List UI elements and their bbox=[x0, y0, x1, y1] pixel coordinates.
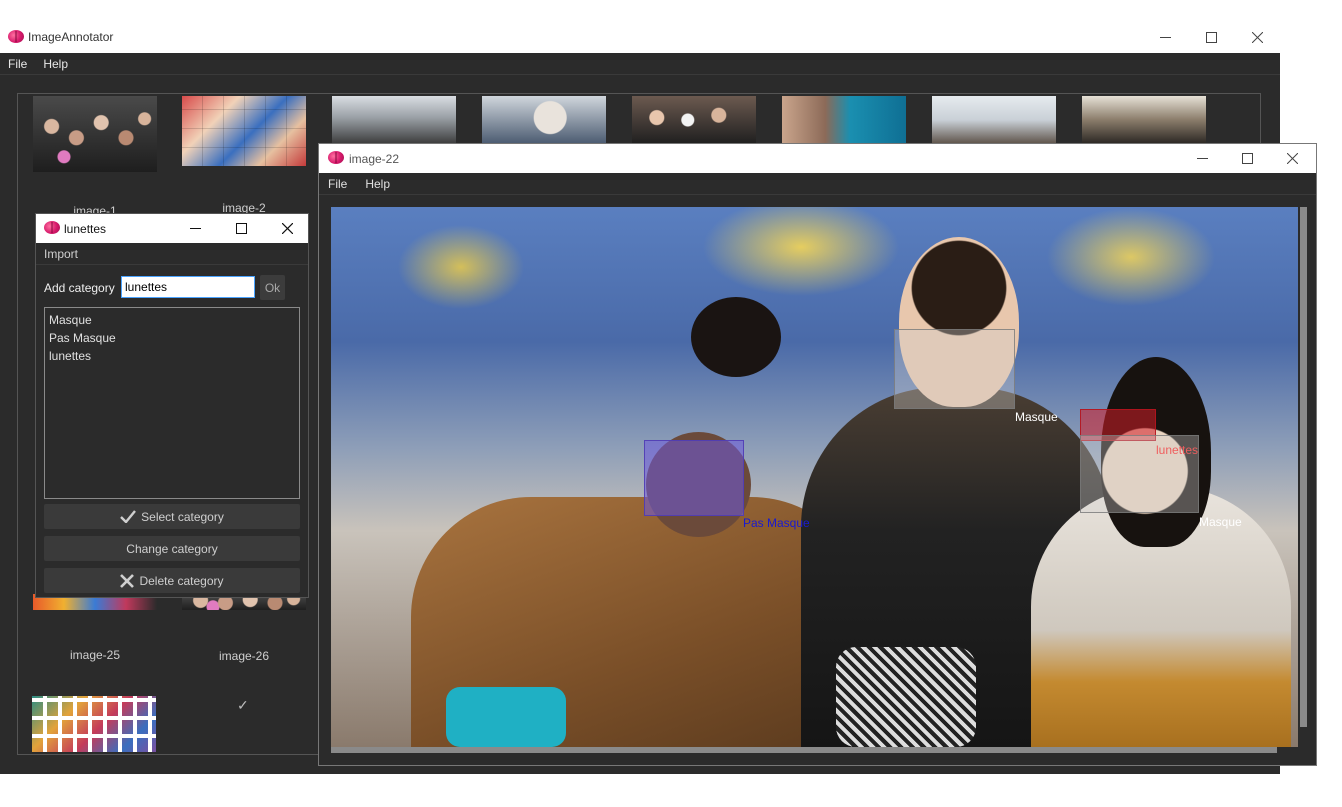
app-logo-icon bbox=[328, 151, 344, 165]
category-dialog-title-bar: lunettes bbox=[36, 214, 308, 243]
thumbnail-image-3[interactable] bbox=[332, 96, 456, 144]
image-window: image-22 File Help Masque Pas Masque lun… bbox=[318, 143, 1317, 766]
menu-import[interactable]: Import bbox=[36, 247, 86, 261]
dialog-window-controls bbox=[172, 214, 310, 243]
maximize-icon[interactable] bbox=[1225, 144, 1270, 173]
close-icon[interactable] bbox=[1234, 22, 1280, 53]
main-window-title: ImageAnnotator bbox=[28, 30, 114, 44]
menu-help[interactable]: Help bbox=[356, 177, 399, 191]
select-category-button[interactable]: Select category bbox=[44, 504, 300, 529]
thumbnail-caption: image-25 bbox=[69, 648, 121, 662]
close-icon[interactable] bbox=[1270, 144, 1315, 173]
photo-luggage bbox=[446, 687, 566, 747]
app-logo-icon bbox=[8, 30, 24, 44]
check-icon bbox=[120, 510, 137, 523]
list-item[interactable]: Pas Masque bbox=[49, 329, 295, 347]
image-window-title-bar: image-22 bbox=[319, 144, 1316, 173]
close-icon[interactable] bbox=[264, 214, 310, 243]
main-title-bar: ImageAnnotator bbox=[0, 22, 1280, 53]
thumbnail-image-7[interactable] bbox=[932, 96, 1056, 144]
thumbnail-image-27[interactable] bbox=[32, 696, 156, 752]
minimize-icon[interactable] bbox=[1142, 22, 1188, 53]
main-menubar: File Help bbox=[0, 53, 1280, 75]
annotation-box-masque-2[interactable] bbox=[1080, 435, 1199, 513]
annotation-canvas[interactable]: Masque Pas Masque lunettes Masque bbox=[331, 207, 1298, 747]
thumbnail-image-8[interactable] bbox=[1082, 96, 1206, 144]
thumbnail-image-4[interactable] bbox=[482, 96, 606, 144]
minimize-icon[interactable] bbox=[172, 214, 218, 243]
change-category-label: Change category bbox=[126, 541, 218, 556]
vertical-scrollbar[interactable] bbox=[1300, 207, 1307, 727]
delete-category-button[interactable]: Delete category bbox=[44, 568, 300, 593]
photo-bag bbox=[836, 647, 976, 747]
menu-file[interactable]: File bbox=[319, 177, 356, 191]
add-category-label: Add category bbox=[44, 281, 115, 295]
annotation-box-masque[interactable] bbox=[894, 329, 1015, 409]
select-category-label: Select category bbox=[141, 509, 224, 524]
annotation-box-pas-masque[interactable] bbox=[644, 440, 744, 516]
list-item[interactable]: Masque bbox=[49, 311, 295, 329]
image-window-controls bbox=[1180, 144, 1315, 173]
menu-help[interactable]: Help bbox=[35, 57, 76, 71]
main-window-controls bbox=[1142, 22, 1280, 53]
change-category-button[interactable]: Change category bbox=[44, 536, 300, 561]
app-logo-icon bbox=[44, 221, 60, 235]
minimize-icon[interactable] bbox=[1180, 144, 1225, 173]
ok-button[interactable]: Ok bbox=[260, 275, 285, 300]
horizontal-scrollbar[interactable] bbox=[331, 747, 1277, 753]
image-window-title: image-22 bbox=[349, 152, 400, 166]
thumbnail-caption: image-26 bbox=[218, 649, 270, 663]
menu-file[interactable]: File bbox=[0, 57, 35, 71]
category-name-input[interactable] bbox=[121, 276, 255, 298]
maximize-icon[interactable] bbox=[1188, 22, 1234, 53]
thumbnail-image-1[interactable] bbox=[33, 96, 157, 172]
category-list[interactable]: Masque Pas Masque lunettes bbox=[44, 307, 300, 499]
annotation-label: Pas Masque bbox=[743, 516, 810, 530]
annotation-label: Masque bbox=[1015, 410, 1058, 424]
thumbnail-image-5[interactable] bbox=[632, 96, 756, 144]
check-icon: ✓ bbox=[237, 697, 249, 713]
annotation-label: Masque bbox=[1199, 515, 1242, 529]
delete-icon bbox=[120, 573, 135, 588]
category-dialog-title: lunettes bbox=[64, 222, 107, 236]
list-item[interactable]: lunettes bbox=[49, 347, 295, 365]
image-window-menubar: File Help bbox=[319, 173, 1316, 195]
delete-category-label: Delete category bbox=[139, 573, 224, 588]
category-dialog-menubar: Import bbox=[36, 243, 308, 265]
category-dialog: lunettes Import Add category Ok Masque P… bbox=[35, 213, 309, 598]
thumbnail-image-6[interactable] bbox=[782, 96, 906, 144]
maximize-icon[interactable] bbox=[218, 214, 264, 243]
photo-hair-bun bbox=[691, 297, 781, 377]
thumbnail-image-2[interactable] bbox=[182, 96, 306, 166]
